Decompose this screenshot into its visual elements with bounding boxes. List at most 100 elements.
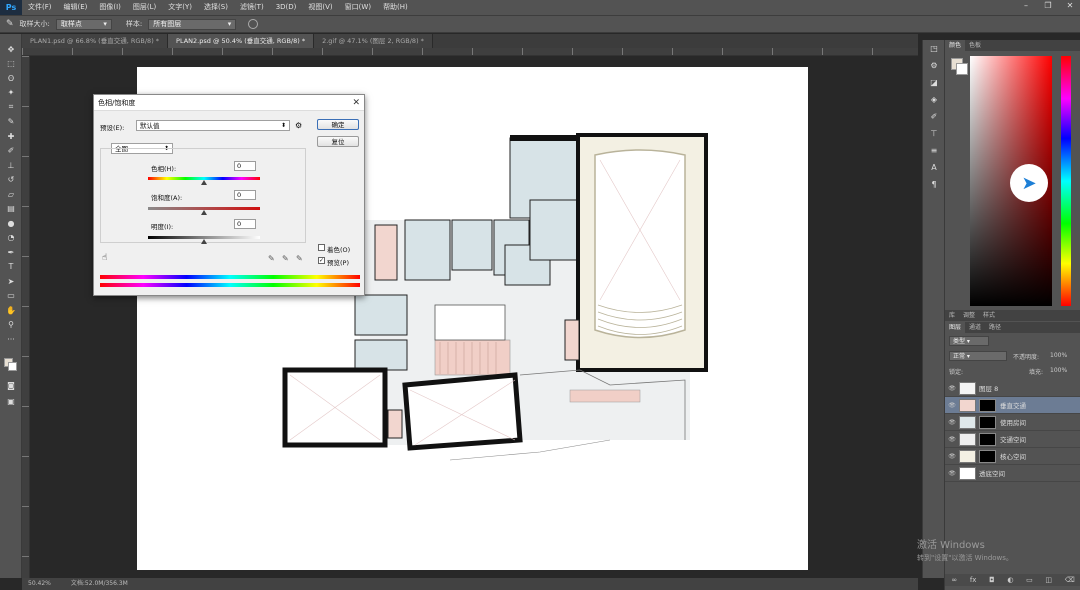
- brush-panel-icon[interactable]: ✐: [923, 108, 945, 125]
- screen-mode-icon[interactable]: ▣: [0, 394, 22, 409]
- hand-tool-icon[interactable]: ✋: [0, 303, 22, 318]
- eyedropper-plus-icon[interactable]: ✎: [282, 254, 289, 263]
- path-select-tool-icon[interactable]: ➤: [0, 274, 22, 289]
- tab-plan2[interactable]: PLAN2.psd @ 50.4% (垂直交通, RGB/8) *: [168, 34, 315, 48]
- lightness-slider-thumb[interactable]: [201, 239, 207, 244]
- layer-row[interactable]: 👁 垂直交通: [945, 397, 1080, 414]
- layer-mask-thumbnail[interactable]: [979, 449, 996, 463]
- menu-view[interactable]: 视图(V): [302, 0, 338, 15]
- tab-paths[interactable]: 路径: [985, 322, 1005, 333]
- preset-select[interactable]: 默认值 ⬍: [136, 120, 290, 131]
- tab-plan1[interactable]: PLAN1.psd @ 66.8% (垂直交通, RGB/8) *: [22, 34, 169, 48]
- tab-adjustments[interactable]: 调整: [959, 310, 979, 321]
- sample-size-select[interactable]: 取样点 ▾: [55, 18, 112, 30]
- layer-name[interactable]: 透底空间: [979, 468, 1005, 478]
- close-icon[interactable]: ✕: [352, 95, 360, 111]
- dodge-tool-icon[interactable]: ◔: [0, 231, 22, 246]
- layer-name[interactable]: 图层 8: [979, 383, 998, 393]
- visibility-eye-icon[interactable]: 👁: [945, 436, 959, 443]
- menu-edit[interactable]: 编辑(E): [58, 0, 94, 15]
- visibility-eye-icon[interactable]: 👁: [945, 402, 959, 409]
- reset-button[interactable]: 复位: [317, 136, 359, 147]
- eyedropper-tool-icon[interactable]: ✎: [0, 115, 22, 130]
- quick-mask-icon[interactable]: ◙: [0, 378, 22, 393]
- menu-layer[interactable]: 图层(L): [127, 0, 162, 15]
- history-panel-icon[interactable]: ◳: [923, 40, 945, 57]
- eyedropper-icon[interactable]: ✎: [268, 254, 275, 263]
- kind-filter-select[interactable]: 类型 ▾: [949, 336, 989, 346]
- layer-thumbnail[interactable]: [959, 398, 976, 412]
- visibility-eye-icon[interactable]: 👁: [945, 385, 959, 392]
- layer-thumbnail[interactable]: [959, 381, 976, 395]
- marquee-tool-icon[interactable]: ⬚: [0, 57, 22, 72]
- clone-panel-icon[interactable]: ⊤: [923, 125, 945, 142]
- visibility-eye-icon[interactable]: 👁: [945, 453, 959, 460]
- fill-value[interactable]: 100%: [1050, 367, 1067, 374]
- layer-row[interactable]: 👁 交通空间: [945, 431, 1080, 448]
- layer-thumbnail[interactable]: [959, 432, 976, 446]
- tab-color[interactable]: 颜色: [945, 40, 966, 51]
- hue-input[interactable]: 0: [234, 161, 256, 171]
- character-panel-icon[interactable]: A: [923, 159, 945, 176]
- bg-color-chip[interactable]: [956, 63, 968, 75]
- fx-icon[interactable]: fx: [970, 576, 977, 584]
- ok-button[interactable]: 确定: [317, 119, 359, 130]
- adjustments-panel-icon[interactable]: ◈: [923, 91, 945, 108]
- gradient-tool-icon[interactable]: ▤: [0, 202, 22, 217]
- tab-2gif[interactable]: 2.gif @ 47.1% (图层 2, RGB/8) *: [314, 34, 433, 48]
- menu-filter[interactable]: 滤镜(T): [234, 0, 270, 15]
- group-icon[interactable]: ▭: [1026, 576, 1033, 584]
- layer-row[interactable]: 👁 核心空间: [945, 448, 1080, 465]
- colorize-checkbox[interactable]: [318, 244, 325, 251]
- background-color-swatch[interactable]: [8, 362, 17, 371]
- stamp-tool-icon[interactable]: ⊥: [0, 158, 22, 173]
- layer-row[interactable]: 👁 使用房间: [945, 414, 1080, 431]
- adjustment-layer-icon[interactable]: ◐: [1007, 576, 1013, 584]
- ring-icon[interactable]: [248, 19, 259, 29]
- preview-checkbox[interactable]: ✓: [318, 257, 325, 264]
- history-brush-tool-icon[interactable]: ↺: [0, 173, 22, 188]
- blend-mode-select[interactable]: 正常 ▾: [949, 351, 1007, 361]
- minimize-button[interactable]: –: [1015, 0, 1037, 12]
- layer-mask-thumbnail[interactable]: [979, 398, 996, 412]
- layer-thumbnail[interactable]: [959, 466, 976, 480]
- tab-layers[interactable]: 图层: [945, 322, 966, 333]
- visibility-eye-icon[interactable]: 👁: [945, 419, 959, 426]
- quick-select-tool-icon[interactable]: ✦: [0, 86, 22, 101]
- layer-row[interactable]: 👁 图层 8: [945, 380, 1080, 397]
- menu-image[interactable]: 图像(I): [93, 0, 127, 15]
- menu-3d[interactable]: 3D(D): [270, 0, 303, 15]
- eyedropper-icon[interactable]: ✎: [6, 19, 14, 29]
- menu-help[interactable]: 帮助(H): [377, 0, 414, 15]
- dialog-title-bar[interactable]: 色相/饱和度 ✕: [94, 95, 364, 111]
- layer-name[interactable]: 核心空间: [1000, 451, 1026, 461]
- layer-mask-thumbnail[interactable]: [979, 415, 996, 429]
- paragraph-panel-icon[interactable]: ¶: [923, 176, 945, 193]
- tab-swatches[interactable]: 色板: [965, 40, 985, 51]
- link-icon[interactable]: ∞: [951, 576, 957, 584]
- layer-thumbnail[interactable]: [959, 449, 976, 463]
- floating-bird-icon[interactable]: ➤: [1010, 164, 1048, 202]
- close-app-button[interactable]: ✕: [1059, 0, 1080, 12]
- zoom-tool-icon[interactable]: ⚲: [0, 318, 22, 333]
- move-tool-icon[interactable]: ✥: [0, 42, 22, 57]
- more-tools-icon[interactable]: ···: [0, 332, 22, 347]
- lightness-input[interactable]: 0: [234, 219, 256, 229]
- gear-icon[interactable]: ⚙: [295, 121, 302, 130]
- zoom-level[interactable]: 50.42%: [28, 578, 51, 590]
- lasso-tool-icon[interactable]: ʘ: [0, 71, 22, 86]
- trash-icon[interactable]: ⌫: [1065, 576, 1075, 584]
- hand-adjust-icon[interactable]: ☝: [102, 253, 107, 263]
- healing-tool-icon[interactable]: ✚: [0, 129, 22, 144]
- tool-presets-icon[interactable]: ≡: [923, 142, 945, 159]
- properties-panel-icon[interactable]: ⚙: [923, 57, 945, 74]
- hue-bar[interactable]: [1061, 56, 1071, 306]
- sample-select[interactable]: 所有图层 ▾: [148, 18, 237, 30]
- menu-window[interactable]: 窗口(W): [339, 0, 377, 15]
- swatches-panel-icon[interactable]: ◪: [923, 74, 945, 91]
- visibility-eye-icon[interactable]: 👁: [945, 470, 959, 477]
- restore-button[interactable]: ❐: [1037, 0, 1059, 12]
- tab-styles[interactable]: 样式: [979, 310, 999, 321]
- crop-tool-icon[interactable]: ⌗: [0, 100, 22, 115]
- pen-tool-icon[interactable]: ✒: [0, 245, 22, 260]
